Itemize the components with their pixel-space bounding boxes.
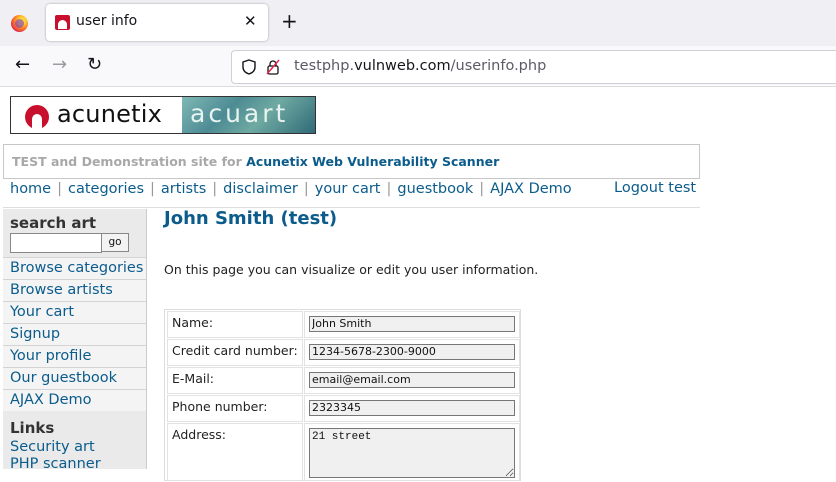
web-page: acunetix acuart TEST and Demonstration s… <box>0 87 836 481</box>
menu-home[interactable]: home <box>10 181 51 197</box>
tab-title: user info <box>76 13 138 29</box>
sidebar-item-your-cart[interactable]: Your cart <box>3 301 146 323</box>
sidebar: search art go Browse categories Browse a… <box>3 209 147 472</box>
address-label: Address: <box>172 427 226 442</box>
name-field[interactable] <box>309 316 515 332</box>
new-tab-button[interactable]: + <box>281 11 298 31</box>
browser-tab-bar: user info ✕ + <box>0 0 836 46</box>
logout-link[interactable]: Logout test <box>614 180 696 196</box>
credit-card-field[interactable] <box>309 344 515 360</box>
firefox-icon[interactable] <box>11 15 28 32</box>
form-row-phone: Phone number: <box>165 394 520 422</box>
intro-text: On this page you can visualize or edit y… <box>164 262 539 277</box>
sidebar-item-your-profile[interactable]: Your profile <box>3 345 146 367</box>
user-info-form: Name: Credit card number: E-Mail: Phone … <box>164 309 521 481</box>
link-security-art[interactable]: Security art <box>10 439 95 455</box>
acunetix-favicon-icon <box>55 15 70 30</box>
sidebar-item-browse-artists[interactable]: Browse artists <box>3 279 146 301</box>
search-input[interactable] <box>10 233 102 253</box>
email-field[interactable] <box>309 372 515 388</box>
form-row-address: Address: 21 street <box>165 422 520 482</box>
site-logo[interactable]: acunetix acuart <box>10 96 316 134</box>
menu-artists[interactable]: artists <box>161 181 206 197</box>
menu-guestbook[interactable]: guestbook <box>397 181 473 197</box>
sidebar-nav: Browse categories Browse artists Your ca… <box>3 257 146 411</box>
tagline: TEST and Demonstration site for Acunetix… <box>12 154 500 169</box>
url-text[interactable]: testphp.vulnweb.com/userinfo.php <box>294 58 546 74</box>
tagline-box: TEST and Demonstration site for Acunetix… <box>3 144 700 179</box>
credit-card-label: Credit card number: <box>172 343 298 358</box>
form-row-name: Name: <box>165 310 520 338</box>
sidebar-item-ajax-demo[interactable]: AJAX Demo <box>3 389 146 411</box>
sidebar-item-browse-categories[interactable]: Browse categories <box>3 257 146 279</box>
address-bar[interactable]: testphp.vulnweb.com/userinfo.php <box>231 50 836 84</box>
form-row-email: E-Mail: <box>165 366 520 394</box>
menu-ajax-demo[interactable]: AJAX Demo <box>490 181 572 197</box>
page-title: John Smith (test) <box>164 208 338 229</box>
menu-your-cart[interactable]: your cart <box>315 181 381 197</box>
menu-categories[interactable]: categories <box>68 181 144 197</box>
back-arrow-icon[interactable]: ← <box>15 55 30 75</box>
phone-field[interactable] <box>309 400 515 416</box>
phone-label: Phone number: <box>172 399 268 414</box>
shield-icon[interactable] <box>242 59 256 75</box>
link-php-scanner[interactable]: PHP scanner <box>10 456 101 472</box>
browser-tab[interactable]: user info ✕ <box>46 4 268 41</box>
logo-text-acuart: acuart <box>190 99 289 128</box>
search-title: search art <box>10 214 97 232</box>
tab-close-icon[interactable]: ✕ <box>244 12 257 30</box>
tagline-highlight: Acunetix Web Vulnerability Scanner <box>246 154 500 169</box>
logo-text-acunetix: acunetix <box>57 100 162 128</box>
reload-icon[interactable]: ↻ <box>87 55 102 75</box>
name-label: Name: <box>172 315 214 330</box>
sidebar-item-signup[interactable]: Signup <box>3 323 146 345</box>
sidebar-item-our-guestbook[interactable]: Our guestbook <box>3 367 146 389</box>
browser-nav-bar: ← → ↻ testphp.vulnweb.com/userinfo.php <box>0 46 836 87</box>
form-row-credit-card: Credit card number: <box>165 338 520 366</box>
acuart-banner: acuart <box>182 97 315 133</box>
search-go-button[interactable]: go <box>101 233 129 252</box>
divider <box>3 207 700 208</box>
acunetix-logo-icon <box>25 105 49 129</box>
forward-arrow-icon[interactable]: → <box>52 55 67 75</box>
links-title: Links <box>10 419 55 437</box>
top-menu: home | categories | artists | disclaimer | your … <box>10 181 572 197</box>
menu-disclaimer[interactable]: disclaimer <box>223 181 298 197</box>
email-label: E-Mail: <box>172 371 215 386</box>
address-field[interactable]: 21 street <box>309 428 515 478</box>
insecure-lock-icon[interactable] <box>266 59 280 75</box>
